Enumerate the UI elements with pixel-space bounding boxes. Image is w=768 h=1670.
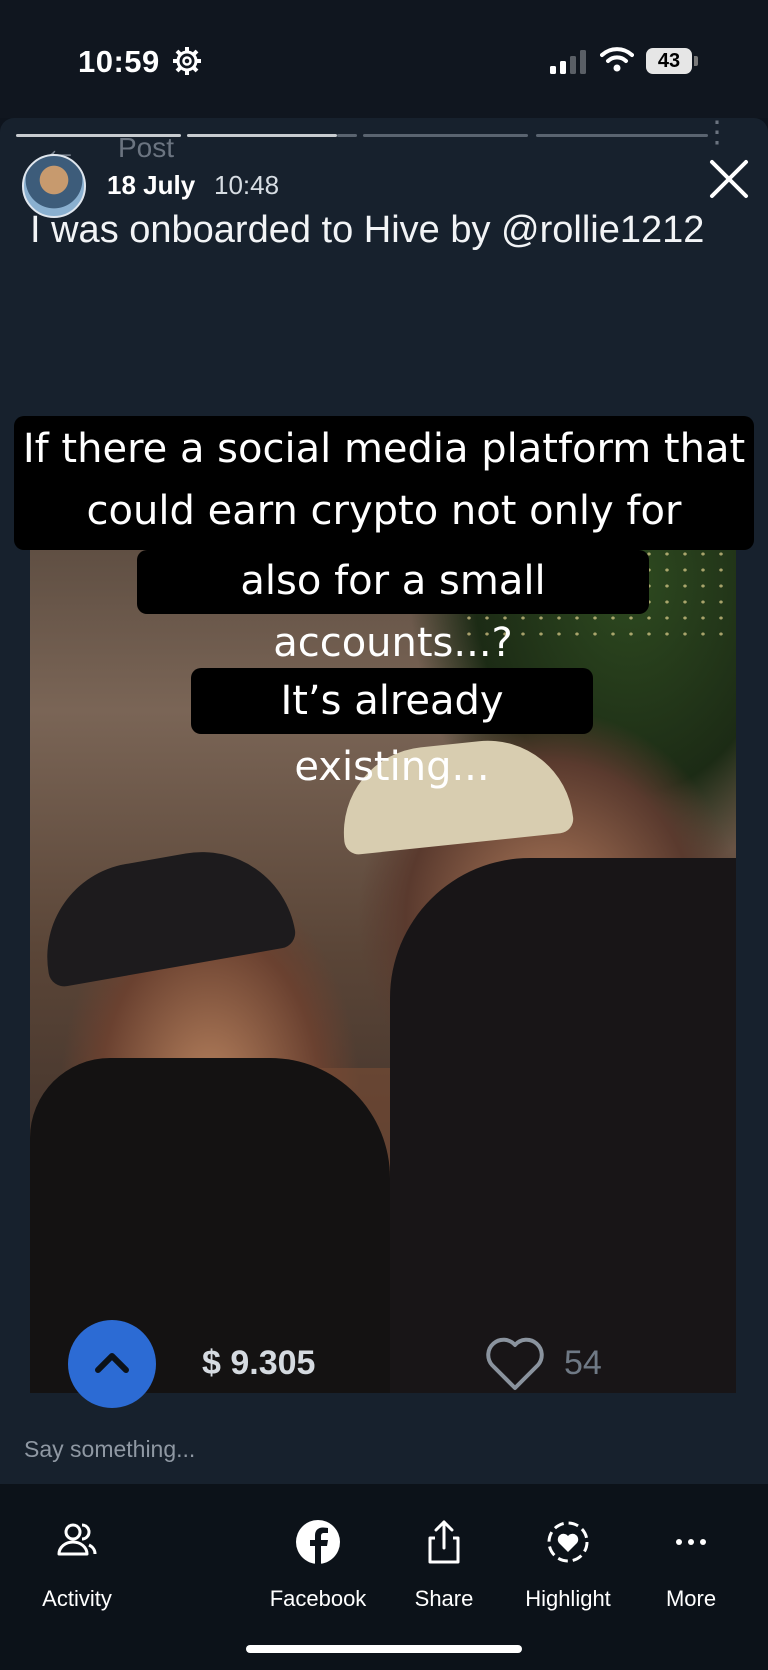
comment-input[interactable]: Say something... — [24, 1436, 195, 1463]
home-indicator — [246, 1645, 522, 1653]
tab-label: More — [665, 1586, 717, 1611]
status-bar: 10:59 43 — [0, 0, 768, 118]
heart-icon[interactable] — [484, 1334, 546, 1392]
chevron-up-icon — [95, 1353, 129, 1373]
post-date: 18 July — [107, 170, 196, 200]
options-dots-icon[interactable]: ⋮ — [702, 118, 732, 148]
tab-more[interactable]: More — [626, 1514, 756, 1612]
story-progress-4 — [536, 134, 708, 137]
like-count: 54 — [564, 1344, 602, 1382]
story-progress-2b — [337, 134, 357, 137]
tab-highlight[interactable]: Highlight — [503, 1514, 633, 1612]
people-icon — [57, 1523, 97, 1556]
person-left-cap — [32, 837, 298, 989]
post-label: Post — [118, 132, 175, 163]
wifi-icon — [600, 47, 634, 72]
more-dots-icon — [676, 1539, 706, 1545]
close-icon[interactable] — [708, 158, 750, 200]
cellular-signal-icon — [550, 50, 586, 74]
upvote-button[interactable] — [68, 1320, 156, 1408]
tab-label: Highlight — [525, 1586, 611, 1611]
post-caption: I was onboarded to Hive by @rollie1212 — [30, 209, 705, 251]
tab-label: Activity — [42, 1586, 112, 1611]
tab-label: Facebook — [269, 1586, 367, 1611]
share-icon — [428, 1520, 460, 1564]
tab-label: Share — [414, 1586, 474, 1611]
story-progress-3 — [363, 134, 528, 137]
story-viewer[interactable]: ← Post ⋮ 18 July 10:48 I was onboarded t… — [0, 118, 768, 1484]
person-right-shirt — [390, 858, 736, 1393]
story-text-overlay-2: also for a small accounts...? — [137, 550, 649, 666]
bottom-action-bar: Activity Facebook Share Highlight More — [0, 1484, 768, 1670]
highlight-heart-icon — [547, 1521, 589, 1563]
gear-icon — [173, 47, 201, 75]
battery-indicator: 43 — [646, 48, 692, 74]
tab-facebook[interactable]: Facebook — [253, 1514, 383, 1612]
post-time: 10:48 — [214, 170, 280, 200]
payout-value: $ 9.305 — [202, 1344, 316, 1382]
story-text-overlay-3: It’s already existing... — [191, 668, 593, 790]
facebook-icon — [296, 1520, 340, 1564]
tab-activity[interactable]: Activity — [12, 1514, 142, 1612]
story-text-overlay-1: If there a social media platform that co… — [14, 416, 754, 596]
story-progress-2 — [187, 134, 337, 137]
battery-nub — [694, 56, 698, 66]
tab-share[interactable]: Share — [379, 1514, 509, 1612]
clock-time: 10:59 — [78, 44, 160, 79]
